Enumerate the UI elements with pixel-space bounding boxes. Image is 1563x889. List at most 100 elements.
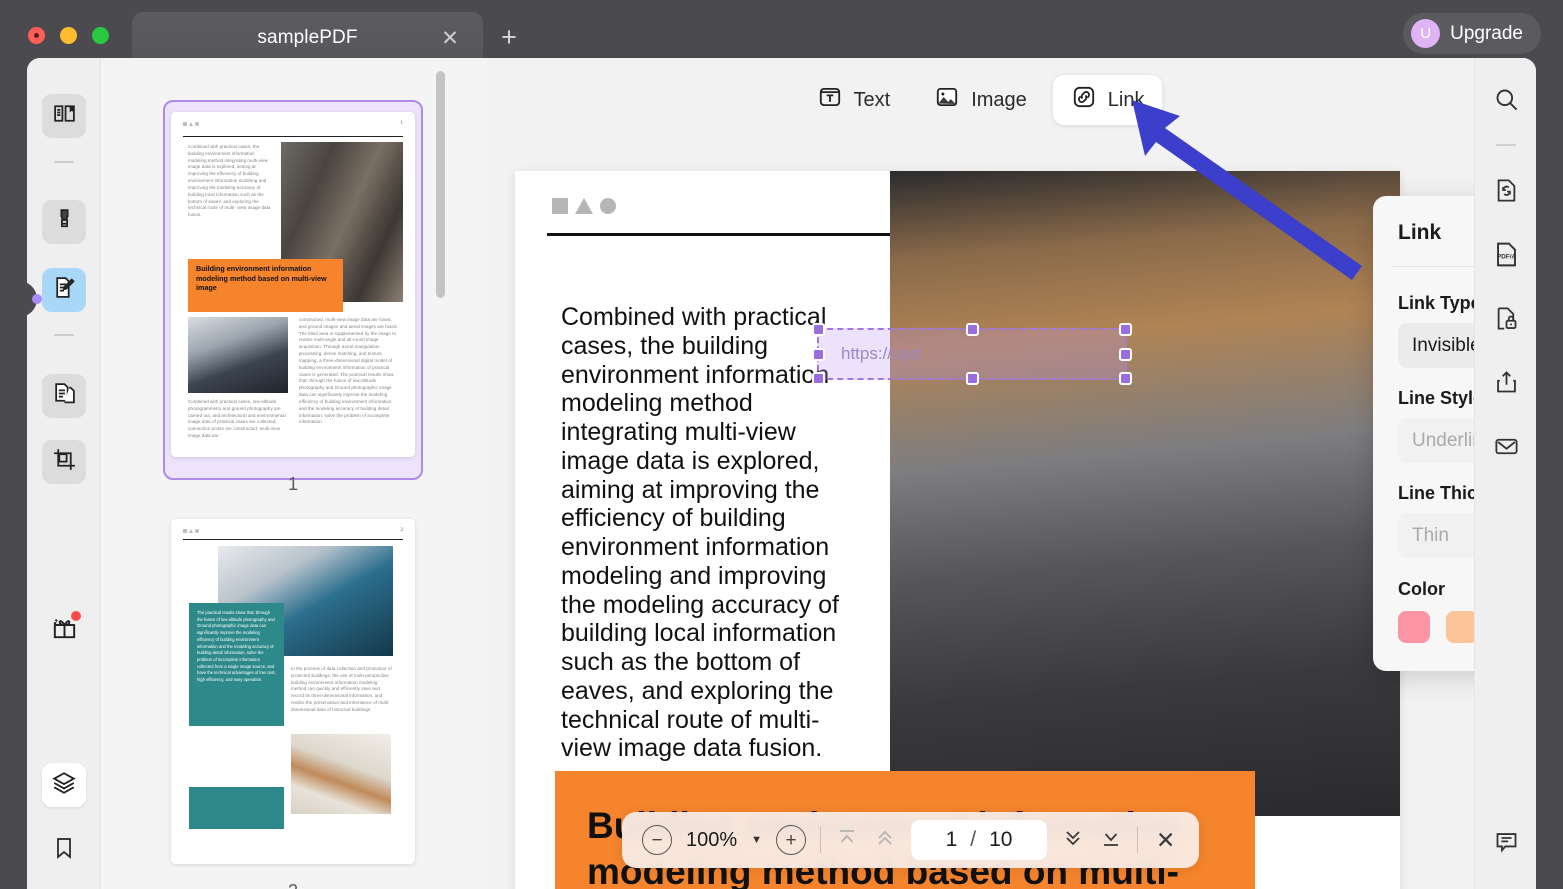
resize-handle-top-right[interactable] xyxy=(1119,323,1132,336)
resize-handle-bottom-right[interactable] xyxy=(1119,372,1132,385)
zoom-in-button[interactable]: + xyxy=(776,825,807,855)
resize-handle-middle-left[interactable] xyxy=(812,347,825,361)
tab-image[interactable]: Image xyxy=(916,75,1045,125)
convert-button[interactable] xyxy=(1489,176,1523,210)
tab-link-label: Link xyxy=(1107,88,1145,111)
header-shapes xyxy=(183,122,403,126)
tab-text[interactable]: Text xyxy=(799,75,909,125)
resize-handle-top-middle[interactable] xyxy=(965,323,979,336)
image-icon xyxy=(934,84,960,116)
right-tool-rail: PDF/A xyxy=(1474,58,1536,889)
close-toolbar-button[interactable]: ✕ xyxy=(1152,827,1179,854)
sidebar-item-highlight-tool[interactable] xyxy=(42,200,86,244)
comment-bubble-icon xyxy=(1493,829,1520,861)
sidebar-item-layers[interactable] xyxy=(42,763,86,807)
link-popup-title: Link xyxy=(1398,221,1442,244)
circle-icon xyxy=(195,122,199,126)
thumb-lowcol-text: Combined with practical cases, low-altit… xyxy=(188,399,286,439)
thumb-page-number: 1 xyxy=(400,121,404,126)
square-icon xyxy=(183,122,187,126)
resize-handle-top-left[interactable] xyxy=(812,323,825,336)
resize-handle-bottom-middle[interactable] xyxy=(965,372,979,385)
thumb-col-text: constructed, multi-view image data are f… xyxy=(299,317,398,425)
protect-button[interactable] xyxy=(1489,304,1523,338)
first-page-icon xyxy=(835,826,859,855)
line-style-label: Line Style xyxy=(1398,388,1474,408)
chevron-down-icon[interactable]: ▼ xyxy=(751,834,762,846)
color-swatch-orange[interactable] xyxy=(1446,611,1474,643)
main-window: 1 Combined with practical cases, the bui… xyxy=(27,58,1536,889)
document-tab[interactable]: samplePDF ✕ xyxy=(132,12,483,64)
zoom-out-button[interactable]: − xyxy=(642,825,672,855)
link-type-label: Link Type xyxy=(1398,293,1474,313)
next-page-button[interactable] xyxy=(1061,826,1085,855)
email-button[interactable] xyxy=(1489,432,1523,466)
sidebar-item-reader-view[interactable] xyxy=(42,94,86,138)
search-button[interactable] xyxy=(1489,85,1523,119)
sidebar-item-edit-tool[interactable] xyxy=(42,268,86,312)
pages-icon xyxy=(52,381,77,411)
total-pages-value: 10 xyxy=(989,828,1013,851)
sidebar-item-bookmarks[interactable] xyxy=(42,828,86,872)
toolbar-divider-1 xyxy=(820,827,822,853)
prev-page-button[interactable] xyxy=(873,826,897,855)
header-shapes-2 xyxy=(183,529,403,533)
first-page-button[interactable] xyxy=(835,826,859,855)
panel-collapse-handle[interactable] xyxy=(27,281,42,317)
close-window-button[interactable] xyxy=(28,27,45,44)
sidebar-item-crop-tool[interactable] xyxy=(42,440,86,484)
thumbnail-page-1-label: 1 xyxy=(287,474,298,494)
sidebar-item-organize-pages[interactable] xyxy=(42,374,86,418)
last-page-icon xyxy=(1099,826,1123,855)
share-button[interactable] xyxy=(1489,368,1523,402)
plus-circle-icon: + xyxy=(785,829,797,851)
pdf-page[interactable]: 1 Combined with practical cases, the bui… xyxy=(515,171,1400,889)
right-rail-divider xyxy=(1496,144,1516,146)
pdf-a-button[interactable]: PDF/A xyxy=(1489,240,1523,274)
thumbnail-page-2[interactable]: 2 The practical results show that: throu… xyxy=(171,519,415,889)
maximize-window-button[interactable] xyxy=(92,27,109,44)
link-type-select[interactable]: Invisible Rectangle ▼ xyxy=(1398,323,1474,368)
thumbnail-scrollbar[interactable] xyxy=(436,71,445,298)
page-header-shapes xyxy=(552,198,616,214)
current-page-value: 1 xyxy=(945,828,958,851)
minimize-window-button[interactable] xyxy=(60,27,77,44)
color-swatch-pink[interactable] xyxy=(1398,611,1430,643)
line-thickness-select: Thin ▼ xyxy=(1398,513,1474,558)
last-page-button[interactable] xyxy=(1099,826,1123,855)
plus-icon[interactable]: + xyxy=(496,24,522,51)
document-tab-label: samplePDF xyxy=(257,27,358,48)
rail-divider-1 xyxy=(54,161,74,163)
link-selection-box[interactable]: https://upd xyxy=(812,323,1132,385)
upgrade-button[interactable]: U Upgrade xyxy=(1403,13,1541,54)
close-icon[interactable]: ✕ xyxy=(439,27,461,49)
window-controls xyxy=(28,27,109,44)
comments-button[interactable] xyxy=(1489,828,1523,862)
page-navigation-toolbar: − 100% ▼ + 1 / 10 ✕ xyxy=(622,812,1200,868)
thumbnail-page-1[interactable]: 1 Combined with practical cases, the bui… xyxy=(171,112,415,494)
lock-document-icon xyxy=(1493,305,1520,337)
line-thickness-label: Line Thickness xyxy=(1398,483,1474,503)
page-number-input[interactable]: 1 / 10 xyxy=(911,820,1048,860)
thumbnail-page-2-preview: 2 The practical results show that: throu… xyxy=(171,519,415,864)
zoom-level-value[interactable]: 100% xyxy=(686,829,737,852)
triangle-icon xyxy=(575,198,593,214)
svg-text:PDF/A: PDF/A xyxy=(1496,254,1516,261)
upgrade-label: Upgrade xyxy=(1450,22,1523,44)
bookmark-icon xyxy=(52,836,76,865)
popup-divider xyxy=(1391,266,1474,267)
tab-link[interactable]: Link xyxy=(1052,75,1163,125)
page-escalator-photo[interactable] xyxy=(890,171,1400,816)
search-icon xyxy=(1493,86,1520,118)
resize-handle-middle-right[interactable] xyxy=(1119,347,1132,361)
thumb-page2-right-text: In the process of data collection and pr… xyxy=(291,666,392,712)
document-viewer: Text Image Link Combined with practical … xyxy=(487,58,1474,889)
layers-icon xyxy=(51,770,77,801)
link-properties-popup: Link Link Type Invisible Rectangle ▼ Lin… xyxy=(1373,196,1474,671)
line-thickness-value: Thin xyxy=(1412,524,1449,546)
resize-handle-bottom-left[interactable] xyxy=(812,372,825,385)
link-url-text: https://upd xyxy=(841,344,921,363)
prev-page-icon xyxy=(873,826,897,855)
sidebar-item-gifts[interactable] xyxy=(40,606,88,654)
thumb-teal-text: The practical results show that: through… xyxy=(197,610,276,683)
